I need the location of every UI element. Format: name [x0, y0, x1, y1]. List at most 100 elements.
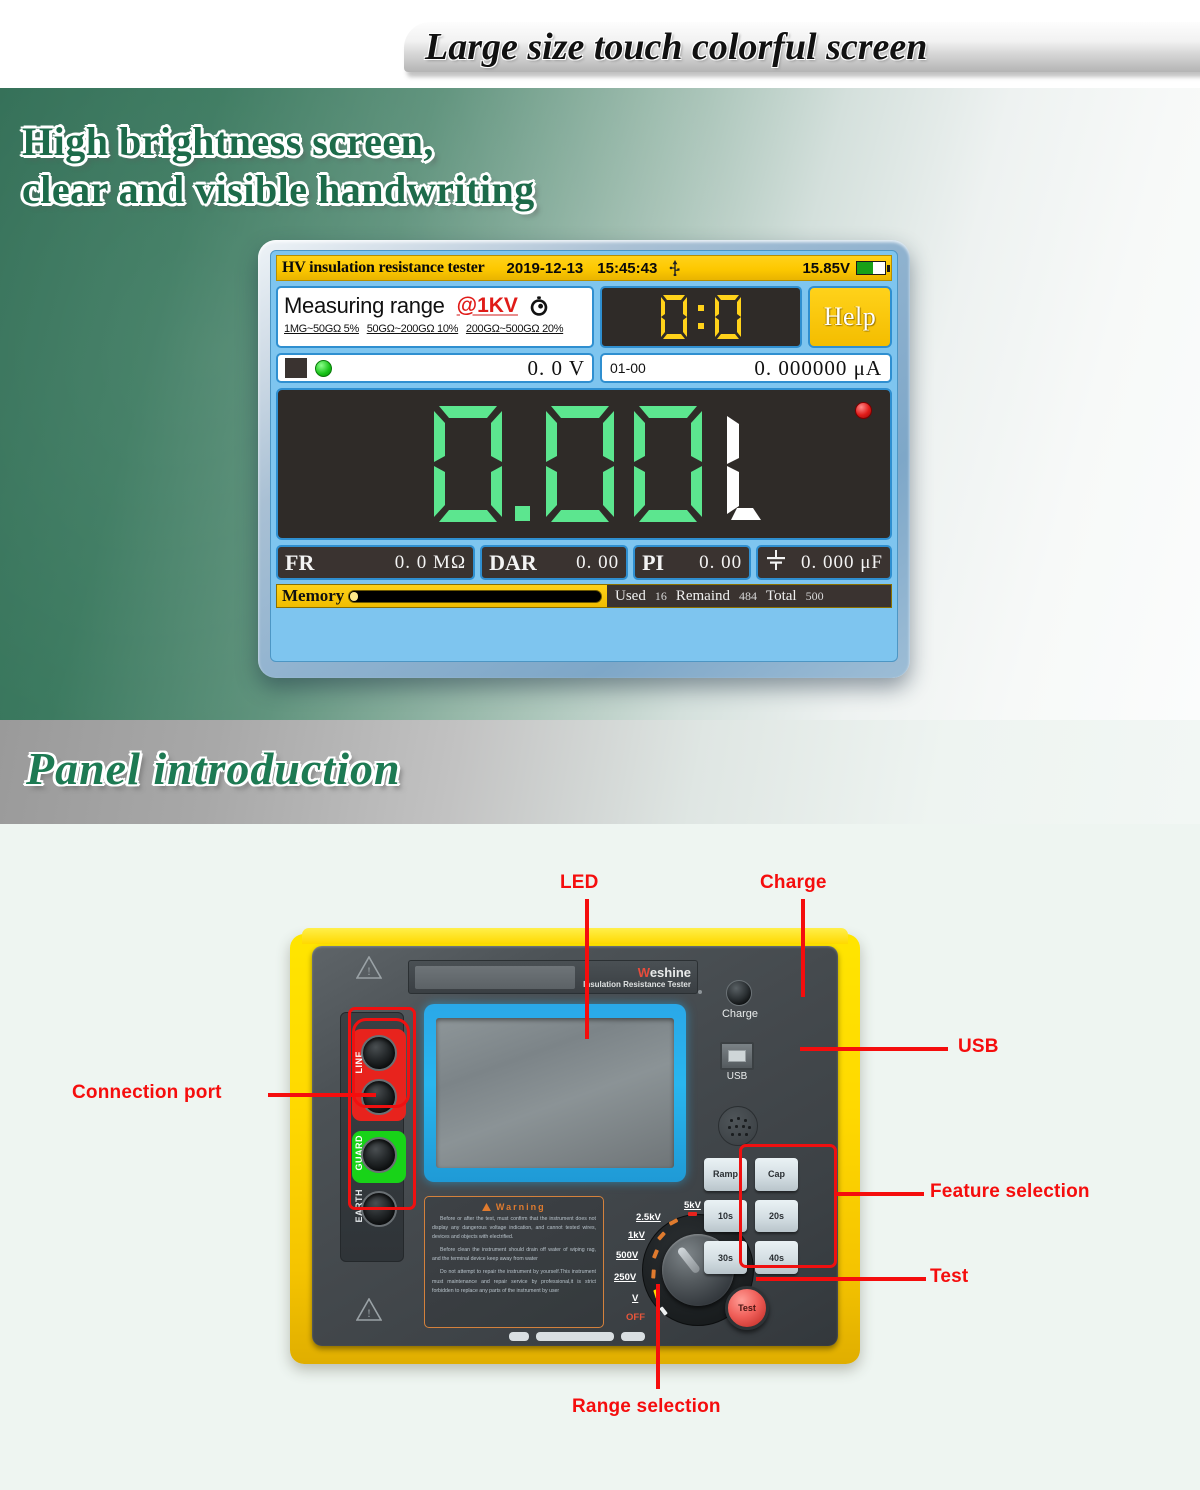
callout-feature-selection: Feature selection — [930, 1181, 1090, 1202]
dial-tick-250v — [651, 1269, 656, 1279]
dial-tick-5kv — [688, 1212, 697, 1216]
dial-label-off: OFF — [626, 1312, 645, 1323]
usb-port[interactable] — [720, 1042, 754, 1070]
cert-mark-3 — [621, 1331, 645, 1341]
unit-L-icon — [727, 416, 761, 520]
digit-0-b — [546, 406, 614, 522]
leader-feature-selection — [836, 1192, 924, 1196]
measure-fr: FR 0. 0 MΩ — [276, 545, 476, 580]
lcd-time: 15:45:43 — [597, 259, 658, 277]
measure-pi: PI 0. 00 — [633, 545, 752, 580]
accuracy-band-2: 50GΩ~200GΩ 10% — [366, 323, 459, 335]
timer-digit-left — [661, 295, 687, 339]
warning-paragraph-3: Do not attempt to repair the instrument … — [432, 1269, 596, 1294]
digit-0-c — [634, 406, 702, 522]
memory-remain-label: Remaind — [675, 587, 730, 604]
usb-icon — [669, 260, 681, 276]
top-banner: Large size touch colorful screen — [0, 0, 1200, 88]
memory-used-label: Used — [615, 587, 646, 604]
measuring-range-line: Measuring range @1KV — [284, 290, 586, 322]
warning-triangle-icon-bottom: ! — [356, 1298, 382, 1321]
warning-triangle-icon-small — [482, 1203, 492, 1211]
measuring-range-value: @1KV — [456, 294, 518, 317]
memory-remain-value: 484 — [738, 588, 757, 603]
lcd-screen: HV insulation resistance tester 2019-12-… — [270, 250, 898, 662]
measuring-range-accuracy: 1MG~50GΩ 5% 50GΩ~200GΩ 10% 200GΩ~500GΩ 2… — [284, 323, 586, 335]
memory-progress-bar — [348, 589, 602, 603]
lcd-title: HV insulation resistance tester — [282, 259, 485, 276]
timer-digit-right — [715, 295, 741, 339]
measure-dar-key: DAR — [489, 549, 537, 575]
callout-usb: USB — [958, 1036, 999, 1057]
usb-area: USB — [710, 1042, 770, 1090]
measure-pi-key: PI — [642, 549, 665, 575]
measuring-range-label: Measuring range — [284, 293, 445, 318]
lcd-date: 2019-12-13 — [506, 259, 584, 277]
warning-title: Warning — [495, 1202, 546, 1212]
brand-name: Weshine — [583, 966, 691, 979]
charge-jack[interactable] — [726, 980, 752, 1006]
panel-photo-section: ! ! Weshine Insulation Resistance Tester — [0, 824, 1200, 1490]
leader-connection-port — [268, 1093, 376, 1097]
brand-initial: W — [637, 964, 650, 980]
leader-charge — [801, 899, 805, 997]
speaker-grille-icon — [718, 1106, 758, 1146]
timer-display — [600, 286, 802, 348]
memory-usage: Memory — [277, 585, 607, 607]
help-button[interactable]: Help — [808, 286, 892, 348]
status-led-icon — [315, 359, 332, 377]
mode-block-icon — [285, 358, 307, 378]
charge-led-icon — [698, 990, 702, 994]
warning-paragraph-2: Before clean the instrument should drain… — [432, 1247, 596, 1263]
current-panel: 01-00 0. 000000 μA — [600, 353, 892, 383]
accuracy-band-3: 200GΩ~500GΩ 20% — [465, 323, 564, 335]
battery-icon — [856, 261, 890, 275]
timer-colon — [698, 305, 704, 329]
device-lcd-glass — [436, 1018, 674, 1168]
banner-headline: Large size touch colorful screen — [425, 26, 928, 68]
svg-text:!: ! — [367, 1306, 371, 1320]
current-value: 0. 000000 μA — [754, 355, 882, 380]
warning-label-box: Warning Before or after the test, must c… — [424, 1196, 604, 1328]
measure-capacitance: 0. 000 μF — [756, 545, 892, 580]
charge-port-label: Charge — [721, 1008, 759, 1020]
warning-paragraph-1: Before or after the test, must confirm t… — [432, 1216, 596, 1241]
accuracy-band-1: 1MG~50GΩ 5% — [284, 323, 359, 335]
main-reading-panel — [276, 388, 892, 540]
measure-dar-value: 0. 00 — [576, 551, 620, 573]
dial-label-500v: 500V — [616, 1250, 639, 1261]
measure-pi-value: 0. 00 — [699, 551, 743, 573]
warning-body: Before or after the test, must confirm t… — [432, 1215, 596, 1296]
instrument-screen-bezel: HV insulation resistance tester 2019-12-… — [258, 240, 910, 678]
warning-heading: Warning — [432, 1202, 596, 1212]
measuring-range-panel[interactable]: Measuring range @1KV 1MG~50GΩ 5% 50GΩ~20… — [276, 286, 594, 348]
measure-fr-value: 0. 0 MΩ — [394, 551, 467, 573]
usb-port-label: USB — [726, 1071, 748, 1082]
brand-rest: eshine — [649, 964, 691, 980]
hero-title: High brightness screen, clear and visibl… — [22, 119, 535, 212]
memory-used-value: 16 — [654, 588, 667, 603]
leader-led — [585, 899, 589, 1039]
main-reading-digits — [425, 402, 763, 526]
lcd-row-voltage-current: 0. 0 V 01-00 0. 000000 μA — [276, 353, 892, 383]
lcd-row-range: Measuring range @1KV 1MG~50GΩ 5% 50GΩ~20… — [276, 286, 892, 348]
memory-total-label: Total — [765, 587, 797, 604]
digit-0-a — [434, 406, 502, 522]
device-lcd-window[interactable] — [424, 1004, 686, 1182]
test-button[interactable]: Test — [725, 1286, 769, 1330]
cert-mark-2 — [536, 1331, 614, 1341]
highlight-feature-buttons — [739, 1144, 837, 1268]
stopwatch-icon — [528, 295, 550, 317]
voltage-panel: 0. 0 V — [276, 353, 594, 383]
timer-value — [657, 293, 745, 341]
brand-strip: Weshine Insulation Resistance Tester — [408, 960, 698, 994]
model-subtitle: Insulation Resistance Tester — [583, 979, 691, 989]
dial-label-2_5kv: 2.5kV — [636, 1212, 661, 1223]
leader-test — [756, 1277, 926, 1281]
dial-label-250v: 250V — [614, 1272, 637, 1283]
capacitance-icon — [765, 549, 787, 577]
memory-counts: Used 16 Remaind 484 Total 500 — [607, 585, 891, 607]
lcd-title-bar: HV insulation resistance tester 2019-12-… — [276, 255, 892, 281]
warning-triangle-icon: ! — [356, 956, 382, 979]
measure-capacitance-value: 0. 000 μF — [800, 551, 883, 573]
